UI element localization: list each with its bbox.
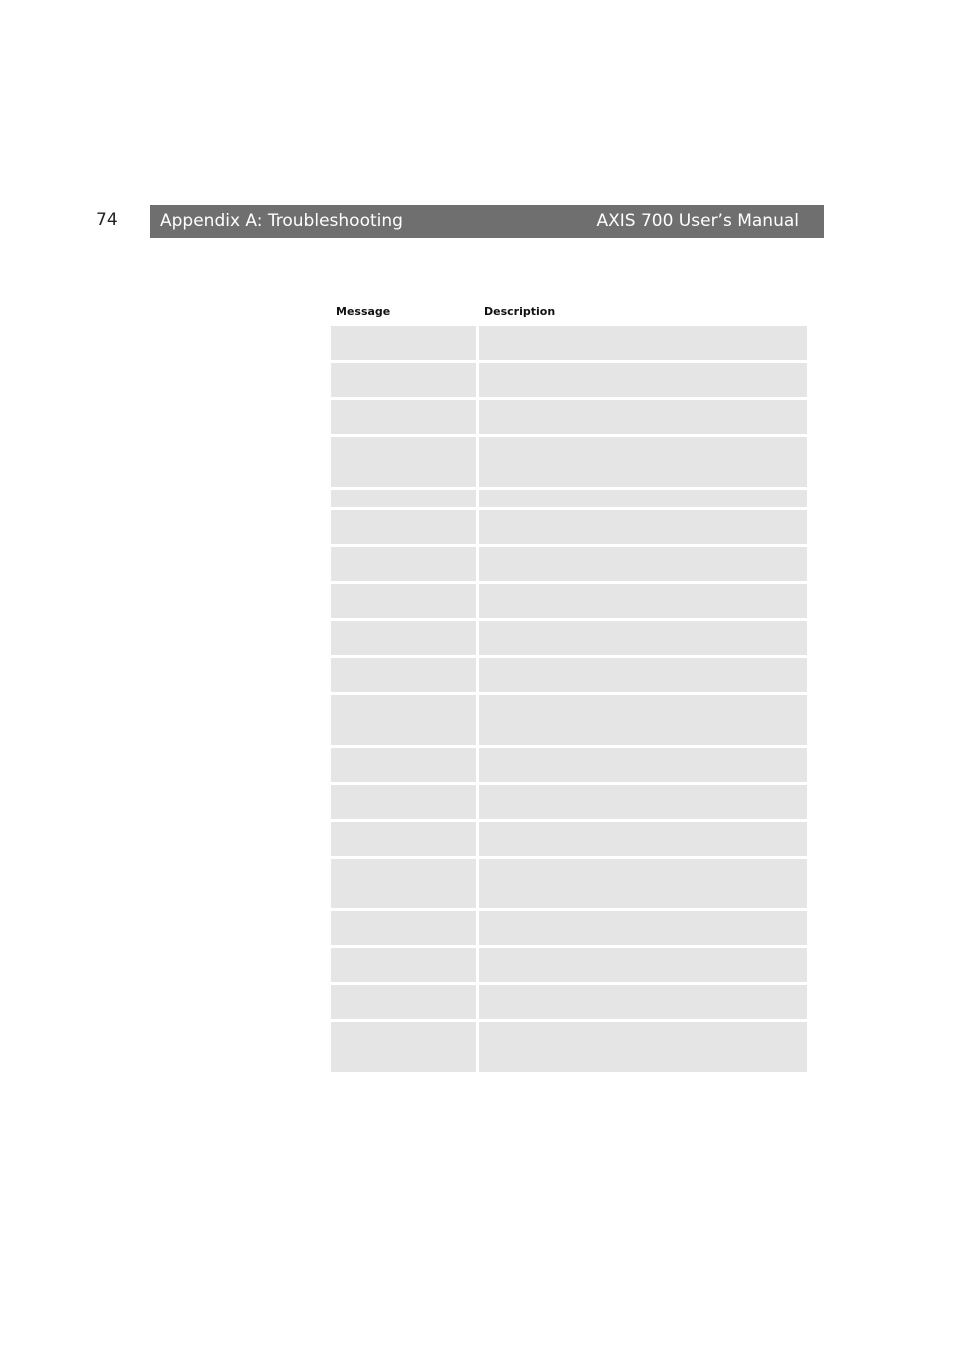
table-cell-description bbox=[479, 621, 807, 655]
table-cell-message bbox=[331, 1022, 476, 1072]
table-cell-message bbox=[331, 822, 476, 856]
page-number: 74 bbox=[96, 210, 118, 230]
column-header-message: Message bbox=[336, 305, 391, 318]
table-cell-message bbox=[331, 859, 476, 908]
table-cell-description bbox=[479, 985, 807, 1019]
table-cell-message bbox=[331, 911, 476, 945]
table-cell-description bbox=[479, 748, 807, 782]
table-cell-description bbox=[479, 584, 807, 618]
table-cell-description bbox=[479, 785, 807, 819]
running-header: Appendix A: Troubleshooting AXIS 700 Use… bbox=[150, 205, 824, 238]
table-cell-message bbox=[331, 985, 476, 1019]
table-cell-message bbox=[331, 363, 476, 397]
table-cell-description bbox=[479, 948, 807, 982]
table-cell-message bbox=[331, 948, 476, 982]
chapter-title: Appendix A: Troubleshooting bbox=[160, 211, 403, 231]
table-cell-message bbox=[331, 400, 476, 434]
table-cell-description bbox=[479, 822, 807, 856]
table-cell-description bbox=[479, 490, 807, 507]
table-cell-description bbox=[479, 547, 807, 581]
table-cell-message bbox=[331, 785, 476, 819]
table-cell-message bbox=[331, 658, 476, 692]
table-cell-message bbox=[331, 547, 476, 581]
table-cell-description bbox=[479, 695, 807, 745]
manual-title: AXIS 700 User’s Manual bbox=[596, 211, 799, 231]
table-cell-message bbox=[331, 510, 476, 544]
table-cell-description bbox=[479, 363, 807, 397]
table-cell-description bbox=[479, 859, 807, 908]
table-cell-description bbox=[479, 911, 807, 945]
table-cell-message bbox=[331, 748, 476, 782]
table-cell-message bbox=[331, 621, 476, 655]
table-cell-description bbox=[479, 510, 807, 544]
column-header-description: Description bbox=[484, 305, 556, 318]
table-cell-message bbox=[331, 584, 476, 618]
table-cell-description bbox=[479, 658, 807, 692]
table-cell-description bbox=[479, 326, 807, 360]
table-cell-description bbox=[479, 437, 807, 487]
table-cell-message bbox=[331, 326, 476, 360]
table-cell-description bbox=[479, 1022, 807, 1072]
table-cell-message bbox=[331, 695, 476, 745]
table-cell-message bbox=[331, 490, 476, 507]
table-cell-message bbox=[331, 437, 476, 487]
table-cell-description bbox=[479, 400, 807, 434]
